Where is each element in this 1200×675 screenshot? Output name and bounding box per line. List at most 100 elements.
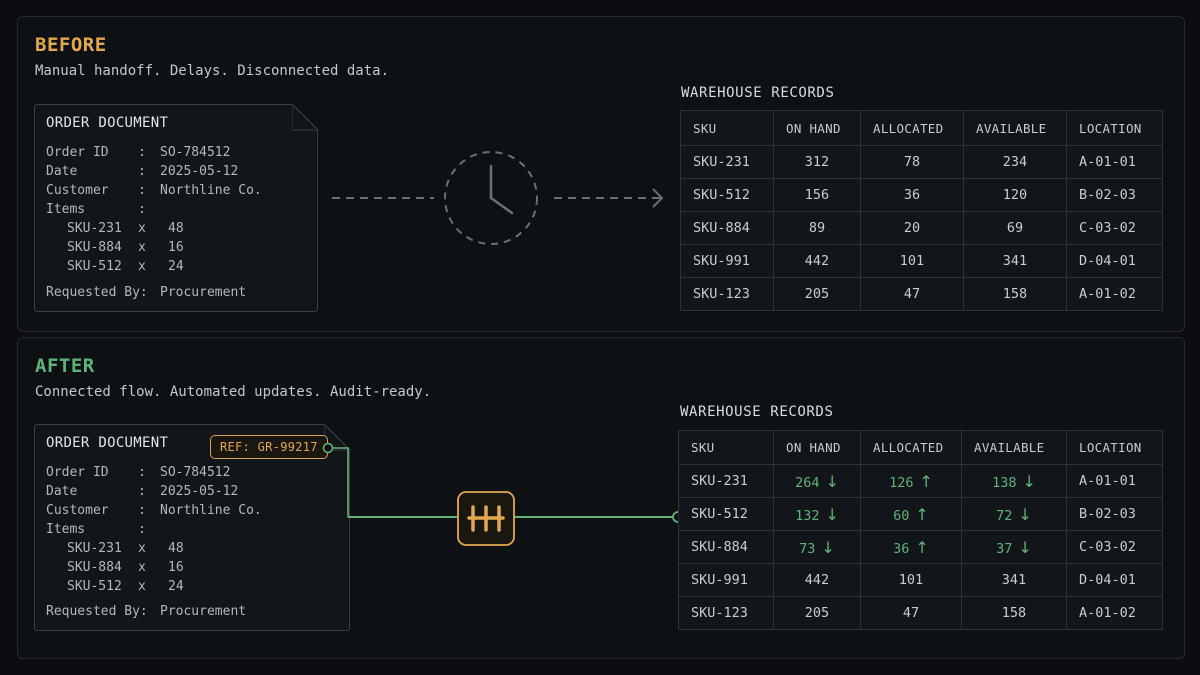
allocated-cell: 47 — [860, 277, 964, 311]
customer-row: Customer: Northline Co. — [46, 183, 262, 198]
available-cell: 158 — [963, 277, 1067, 311]
available-cell: 120 — [963, 178, 1067, 212]
available-cell: 138 ↓ — [961, 464, 1067, 498]
on-hand-cell: 442 — [773, 563, 861, 597]
table-row: SKU-884 89 20 69 C-03-02 — [680, 211, 1163, 245]
available-cell: 158 — [961, 596, 1067, 630]
sku-cell: SKU-884 — [680, 211, 774, 245]
document-title: ORDER DOCUMENT — [46, 115, 169, 131]
table-row: SKU-231 264 ↓ 126 ↑ 138 ↓ A-01-01 — [678, 464, 1163, 498]
allocated-cell: 20 — [860, 211, 964, 245]
order-id-row: Order ID: SO-784512 — [46, 145, 231, 160]
location-cell: C-03-02 — [1066, 211, 1163, 245]
available-cell: 341 — [963, 244, 1067, 278]
item-line: SKU-512 x 24 — [67, 259, 184, 274]
table-row: SKU-884 73 ↓ 36 ↑ 37 ↓ C-03-02 — [678, 530, 1163, 564]
before-order-document: ORDER DOCUMENT Order ID: SO-784512 Date:2… — [34, 104, 319, 312]
on-hand-cell: 89 — [773, 211, 861, 245]
arrow-down-icon: ↓ — [1018, 504, 1032, 524]
page-fold-icon — [324, 424, 351, 451]
on-hand-cell: 312 — [773, 145, 861, 179]
table-header-row: SKU ON HAND ALLOCATED AVAILABLE LOCATION — [678, 430, 1163, 465]
sku-cell: SKU-884 — [678, 530, 774, 564]
col-available: AVAILABLE — [961, 430, 1067, 465]
location-cell: D-04-01 — [1066, 244, 1163, 278]
on-hand-cell: 156 — [773, 178, 861, 212]
available-cell: 72 ↓ — [961, 497, 1067, 531]
table-row: SKU-123 205 47 158 A-01-02 — [678, 596, 1163, 630]
table-row: SKU-123 205 47 158 A-01-02 — [680, 277, 1163, 311]
allocated-cell: 78 — [860, 145, 964, 179]
location-cell: C-03-02 — [1066, 530, 1163, 564]
on-hand-cell: 442 — [773, 244, 861, 278]
sku-cell: SKU-123 — [680, 277, 774, 311]
sku-cell: SKU-991 — [680, 244, 774, 278]
col-location: LOCATION — [1066, 430, 1163, 465]
col-available: AVAILABLE — [963, 110, 1067, 146]
on-hand-cell: 205 — [773, 596, 861, 630]
allocated-cell: 126 ↑ — [860, 464, 962, 498]
before-heading: BEFORE — [35, 34, 107, 56]
location-cell: B-02-03 — [1066, 497, 1163, 531]
allocated-cell: 101 — [860, 244, 964, 278]
arrow-up-icon: ↑ — [915, 504, 929, 524]
document-title: ORDER DOCUMENT — [46, 435, 169, 451]
date-row: Date:2025-05-12 — [46, 164, 239, 179]
table-row: SKU-512 132 ↓ 60 ↑ 72 ↓ B-02-03 — [678, 497, 1163, 531]
table-header-row: SKU ON HAND ALLOCATED AVAILABLE LOCATION — [680, 110, 1163, 146]
after-subtitle: Connected flow. Automated updates. Audit… — [35, 384, 432, 400]
location-cell: D-04-01 — [1066, 563, 1163, 597]
customer-row: Customer: Northline Co. — [46, 503, 262, 518]
before-warehouse-table: SKU ON HAND ALLOCATED AVAILABLE LOCATION… — [680, 110, 1163, 311]
requested-by-row: Requested By: Procurement — [46, 604, 247, 619]
item-line: SKU-512 x 24 — [67, 579, 184, 594]
allocated-cell: 101 — [860, 563, 962, 597]
item-line: SKU-884 x 16 — [67, 240, 184, 255]
item-line: SKU-884 x 16 — [67, 560, 184, 575]
allocated-cell: 60 ↑ — [860, 497, 962, 531]
table-row: SKU-991 442 101 341 D-04-01 — [680, 244, 1163, 278]
available-cell: 341 — [961, 563, 1067, 597]
available-cell: 69 — [963, 211, 1067, 245]
location-cell: A-01-01 — [1066, 145, 1163, 179]
location-cell: A-01-01 — [1066, 464, 1163, 498]
arrow-up-icon: ↑ — [919, 471, 933, 491]
before-table-label: WAREHOUSE RECORDS — [681, 85, 835, 101]
on-hand-cell: 264 ↓ — [773, 464, 861, 498]
arrow-down-icon: ↓ — [1018, 537, 1032, 557]
available-cell: 37 ↓ — [961, 530, 1067, 564]
allocated-cell: 47 — [860, 596, 962, 630]
on-hand-cell: 132 ↓ — [773, 497, 861, 531]
sku-cell: SKU-231 — [678, 464, 774, 498]
arrow-up-icon: ↑ — [915, 537, 929, 557]
sku-cell: SKU-123 — [678, 596, 774, 630]
items-row: Items: — [46, 202, 146, 217]
item-line: SKU-231 x 48 — [67, 541, 184, 556]
available-cell: 234 — [963, 145, 1067, 179]
arrow-down-icon: ↓ — [1022, 471, 1036, 491]
order-id-row: Order ID: SO-784512 — [46, 465, 231, 480]
items-row: Items: — [46, 522, 146, 537]
on-hand-cell: 73 ↓ — [773, 530, 861, 564]
sku-cell: SKU-991 — [678, 563, 774, 597]
sku-cell: SKU-231 — [680, 145, 774, 179]
table-row: SKU-231 312 78 234 A-01-01 — [680, 145, 1163, 179]
arrow-down-icon: ↓ — [825, 504, 839, 524]
col-allocated: ALLOCATED — [860, 110, 964, 146]
arrow-down-icon: ↓ — [825, 471, 839, 491]
allocated-cell: 36 ↑ — [860, 530, 962, 564]
date-row: Date:2025-05-12 — [46, 484, 239, 499]
col-on-hand: ON HAND — [773, 110, 861, 146]
col-sku: SKU — [680, 110, 774, 146]
col-sku: SKU — [678, 430, 774, 465]
after-table-label: WAREHOUSE RECORDS — [680, 404, 834, 420]
allocated-cell: 36 — [860, 178, 964, 212]
after-warehouse-table: SKU ON HAND ALLOCATED AVAILABLE LOCATION… — [678, 430, 1163, 630]
before-subtitle: Manual handoff. Delays. Disconnected dat… — [35, 63, 390, 79]
location-cell: A-01-02 — [1066, 277, 1163, 311]
col-location: LOCATION — [1066, 110, 1163, 146]
sku-cell: SKU-512 — [678, 497, 774, 531]
table-row: SKU-512 156 36 120 B-02-03 — [680, 178, 1163, 212]
location-cell: B-02-03 — [1066, 178, 1163, 212]
arrow-down-icon: ↓ — [821, 537, 835, 557]
